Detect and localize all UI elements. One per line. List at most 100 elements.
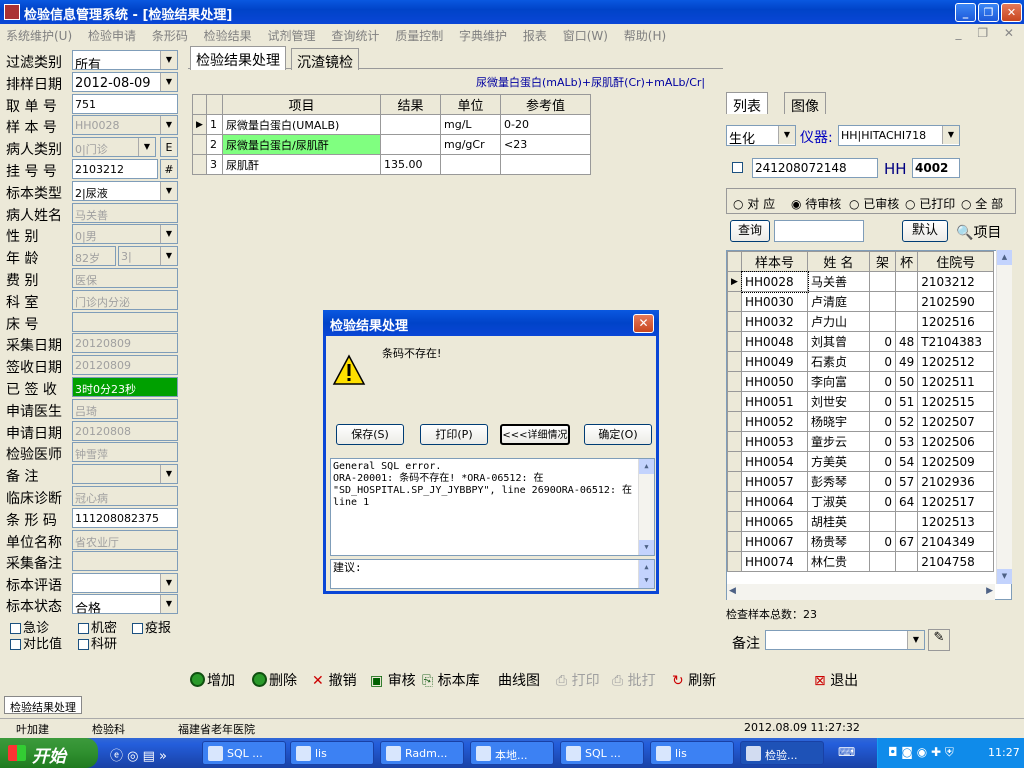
menu-window[interactable]: 窗口(W) (563, 29, 608, 43)
radio-printed[interactable]: ○ 已打印 (905, 195, 955, 212)
dialog-print-button[interactable]: 打印(P) (420, 424, 488, 445)
specimen-library-button[interactable]: ⎘ 标本库 (422, 670, 480, 690)
table-row[interactable]: HH0064 丁淑英 0 64 1202517 (727, 491, 995, 512)
menu-report[interactable]: 报表 (523, 29, 547, 43)
dialog-save-button[interactable]: 保存(S) (336, 424, 404, 445)
dialog-close-button[interactable]: ✕ (633, 314, 654, 333)
table-row[interactable]: HH0067 杨贵琴 0 67 2104349 (727, 531, 995, 552)
table-row[interactable]: HH0065 胡桂英 1202513 (727, 511, 995, 532)
radio-reviewed[interactable]: ○ 已审核 (849, 195, 899, 212)
batch-print-button[interactable]: ⎙ 批打 (612, 670, 656, 690)
patient-type-select[interactable]: 0|门诊 (72, 137, 156, 157)
research-checkbox[interactable]: 科研 (78, 633, 117, 652)
table-row[interactable]: ▶ 1 尿微量白蛋白(UMALB) mg/L 0-20 (192, 114, 591, 135)
dept-field[interactable]: 门诊内分泌 (72, 290, 178, 310)
menu-dict[interactable]: 字典维护 (459, 29, 507, 43)
table-row[interactable]: HH0050 李向富 0 50 1202511 (727, 371, 995, 392)
table-row[interactable]: ▶ HH0028 马关善 2103212 (727, 270, 995, 293)
collect-note-field[interactable] (72, 551, 178, 571)
sample-number-input[interactable]: 4002 (912, 158, 960, 178)
item-button[interactable]: 🔍项目 (956, 222, 1001, 242)
sample-list-hscrollbar[interactable]: ◀ ▶ (727, 584, 995, 600)
task-radmin[interactable]: Radm... (380, 741, 464, 765)
table-row[interactable]: HH0057 彭秀琴 0 57 2102936 (727, 471, 995, 492)
table-row[interactable]: 2 尿微量白蛋白/尿肌酐 mg/gCr <23 (192, 134, 591, 155)
delete-button[interactable]: 删除 (252, 670, 297, 690)
req-doctor-field[interactable]: 吕琦 (72, 399, 178, 419)
advice-scrollbar[interactable] (638, 560, 654, 588)
col-inpatient-header[interactable]: 住院号 (917, 251, 995, 272)
category-select[interactable]: 生化 (726, 125, 796, 147)
patient-type-e-button[interactable]: E (160, 137, 178, 157)
print-button[interactable]: ⎙ 打印 (556, 670, 600, 690)
undo-button[interactable]: ✕ 撤销 (312, 670, 357, 690)
col-sample-no-header[interactable]: 样本号 (741, 251, 808, 272)
task-sql-1[interactable]: SQL ... (202, 741, 286, 765)
table-row[interactable]: HH0049 石素贞 0 49 1202512 (727, 351, 995, 372)
task-local[interactable]: 本地... (470, 741, 554, 765)
restore-button[interactable]: ❐ (978, 3, 999, 22)
fee-field[interactable]: 医保 (72, 268, 178, 288)
keyboard-icon[interactable]: ⌨ (838, 745, 855, 759)
sample-no-field[interactable]: HH0028 (72, 115, 178, 135)
tray-icons[interactable]: ◘ ◙ ◉ ✚ ⛨ (888, 745, 954, 760)
task-sql-2[interactable]: SQL ... (560, 741, 644, 765)
lab-doctor-field[interactable]: 钟雪萍 (72, 442, 178, 462)
menu-qc[interactable]: 质量控制 (395, 29, 443, 43)
table-row[interactable]: HH0054 方美英 0 54 1202509 (727, 451, 995, 472)
receive-date-field[interactable]: 20120809 (72, 355, 178, 375)
reg-no-hash-button[interactable]: # (160, 159, 178, 179)
query-button[interactable]: 查询 (730, 220, 770, 242)
note-select[interactable] (72, 464, 178, 484)
sort-date-picker[interactable]: 2012-08-09 (72, 72, 178, 92)
clock[interactable]: 11:27 (988, 746, 1020, 759)
menu-request[interactable]: 检验申请 (88, 29, 136, 43)
menu-reagent[interactable]: 试剂管理 (268, 29, 316, 43)
minimize-button[interactable]: _ (955, 3, 976, 22)
col-name-header[interactable]: 姓 名 (807, 251, 870, 272)
filter-select[interactable]: 所有 (72, 50, 178, 70)
sample-list-vscrollbar[interactable] (996, 250, 1012, 584)
default-button[interactable]: 默认 (902, 220, 948, 242)
status-select[interactable]: 合格 (72, 594, 178, 614)
dialog-ok-button[interactable]: 确定(O) (584, 424, 652, 445)
unit-field[interactable]: 省农业厅 (72, 530, 178, 550)
patient-name-field[interactable]: 马关善 (72, 203, 178, 223)
task-lis-1[interactable]: lis (290, 741, 374, 765)
scan-barcode-input[interactable]: 241208072148 (752, 158, 878, 178)
col-cup-header[interactable]: 杯 (894, 251, 919, 272)
tab-sediment[interactable]: 沉渣镜检 (291, 48, 359, 71)
table-row[interactable]: HH0030 卢清庭 2102590 (727, 291, 995, 312)
compare-checkbox[interactable]: 对比值 (10, 633, 62, 652)
mdi-controls[interactable]: _ ❐ ✕ (956, 26, 1020, 40)
eval-select[interactable] (72, 573, 178, 593)
dialog-details-button[interactable]: <<<详细情况 (500, 424, 570, 445)
query-input[interactable] (774, 220, 864, 242)
col-rack-header[interactable]: 架 (869, 251, 896, 272)
mdi-window-tab[interactable]: 检验结果处理 (4, 696, 82, 714)
table-row[interactable]: HH0053 童步云 0 53 1202506 (727, 431, 995, 452)
table-row[interactable]: HH0032 卢力山 1202516 (727, 311, 995, 332)
bed-field[interactable] (72, 312, 178, 332)
specimen-select[interactable]: 2|尿液 (72, 181, 178, 201)
table-row[interactable]: 3 尿肌酐 135.00 (192, 154, 591, 175)
req-date-field[interactable]: 20120808 (72, 421, 178, 441)
table-row[interactable]: HH0048 刘其曾 0 48 T2104383 (727, 331, 995, 352)
radio-match[interactable]: ○ 对 应 (733, 195, 775, 212)
sex-select[interactable]: 0|男 (72, 224, 178, 244)
table-row[interactable]: HH0074 林仁贵 2104758 (727, 551, 995, 572)
dialog-error-detail[interactable]: General SQL error. ORA-20001: 条码不存在! *OR… (330, 458, 655, 556)
detail-scrollbar[interactable] (638, 459, 654, 555)
task-lab-app[interactable]: 检验... (740, 741, 824, 765)
menu-barcode[interactable]: 条形码 (152, 29, 188, 43)
start-button[interactable]: 开始 (0, 738, 98, 768)
tab-result-processing[interactable]: 检验结果处理 (190, 46, 286, 70)
menu-results[interactable]: 检验结果 (204, 29, 252, 43)
radio-pending[interactable]: ◉ 待审核 (791, 195, 841, 212)
exit-button[interactable]: ⊠ 退出 (814, 670, 858, 690)
tab-list[interactable]: 列表 (726, 92, 768, 115)
close-button[interactable]: ✕ (1001, 3, 1022, 22)
menu-help[interactable]: 帮助(H) (624, 29, 666, 43)
age-field[interactable]: 82岁 (72, 246, 116, 266)
reg-no-field[interactable]: 2103212 (72, 159, 158, 179)
